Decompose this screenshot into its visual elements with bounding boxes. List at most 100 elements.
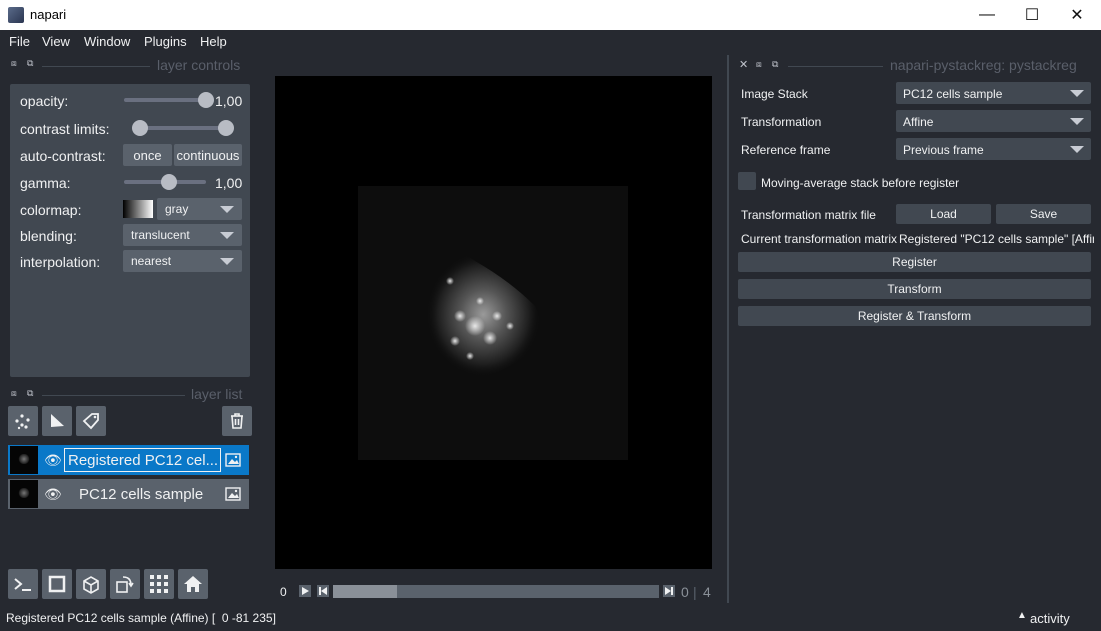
layer-row-registered[interactable]: 👁 Registered PC12 cel... <box>8 445 249 475</box>
current-frame[interactable]: 0 <box>681 584 689 600</box>
terminal-icon <box>14 578 31 591</box>
reset-view-button[interactable] <box>178 569 208 599</box>
undock-icon[interactable]: ⧉ <box>27 388 33 399</box>
new-points-layer-button[interactable] <box>8 406 38 436</box>
new-shapes-layer-button[interactable] <box>42 406 72 436</box>
cell-image <box>426 252 541 377</box>
gamma-value[interactable]: 1,00 <box>215 175 242 191</box>
status-text: Registered PC12 cells sample (Affine) [ … <box>6 611 276 625</box>
moving-average-checkbox[interactable] <box>738 172 756 190</box>
step-back-icon[interactable] <box>317 585 329 597</box>
interpolation-value: nearest <box>131 254 172 268</box>
axis-label: 0 <box>280 585 287 599</box>
opacity-slider[interactable] <box>124 98 206 102</box>
layer-controls-panel: opacity: 1,00 contrast limits: auto-cont… <box>10 84 250 377</box>
transformation-label: Transformation <box>741 115 822 129</box>
console-button[interactable] <box>8 569 38 599</box>
activity-button[interactable]: activity <box>1030 611 1070 626</box>
blending-dropdown[interactable]: translucent <box>123 224 242 246</box>
load-button[interactable]: Load <box>896 204 991 224</box>
dims-slider-bar: 0 0 | 4 <box>275 580 712 602</box>
opacity-label: opacity: <box>20 93 69 109</box>
chevron-down-icon <box>220 232 234 239</box>
chevron-down-icon <box>220 206 234 213</box>
toggle-ndisplay-button[interactable] <box>42 569 72 599</box>
layer-thumbnail <box>10 480 38 508</box>
blending-label: blending: <box>20 228 77 244</box>
image-layer-icon <box>225 453 241 467</box>
save-button[interactable]: Save <box>996 204 1091 224</box>
viewer-canvas[interactable] <box>275 76 712 569</box>
image-stack-value: PC12 cells sample <box>903 87 1003 101</box>
contrast-max-handle[interactable] <box>218 120 234 136</box>
opacity-slider-handle[interactable] <box>198 92 214 108</box>
interpolation-dropdown[interactable]: nearest <box>123 250 242 272</box>
gamma-label: gamma: <box>20 175 71 191</box>
image-stack-label: Image Stack <box>741 87 808 101</box>
layer-name[interactable]: Registered PC12 cel... <box>68 452 220 469</box>
menu-help[interactable]: Help <box>200 34 227 49</box>
image-layer-icon <box>225 487 241 501</box>
delete-layer-button[interactable] <box>222 406 252 436</box>
eye-icon[interactable]: 👁 <box>44 452 62 469</box>
layer-controls-title: layer controls <box>157 57 241 73</box>
matrix-file-label: Transformation matrix file <box>741 208 876 222</box>
play-icon[interactable] <box>299 585 311 597</box>
shapes-icon <box>51 414 64 427</box>
status-bar: Registered PC12 cells sample (Affine) [ … <box>0 607 1101 631</box>
once-button[interactable]: once <box>123 144 172 166</box>
float-dock-icon[interactable]: ⧈ <box>11 58 17 69</box>
opacity-value[interactable]: 1,00 <box>215 93 242 109</box>
chevron-down-icon <box>220 258 234 265</box>
grid-icon <box>150 575 168 593</box>
points-icon <box>15 414 30 430</box>
undock-icon[interactable]: ⧉ <box>27 58 33 69</box>
label-tag-icon <box>82 413 99 430</box>
layer-row-pc12[interactable]: 👁 PC12 cells sample <box>8 479 249 509</box>
reference-frame-value: Previous frame <box>903 143 984 157</box>
chevron-down-icon <box>1070 90 1084 97</box>
maximize-button[interactable]: ☐ <box>1009 0 1055 30</box>
contrast-limits-label: contrast limits: <box>20 121 110 137</box>
register-button[interactable]: Register <box>738 252 1091 272</box>
float-dock-icon[interactable]: ⧈ <box>11 388 17 399</box>
napari-app-icon <box>8 7 24 23</box>
current-matrix-label: Current transformation matrix <box>741 232 898 246</box>
step-forward-icon[interactable] <box>663 585 675 597</box>
menu-plugins[interactable]: Plugins <box>144 34 187 49</box>
transpose-button[interactable] <box>110 569 140 599</box>
gamma-slider-handle[interactable] <box>161 174 177 190</box>
colormap-dropdown[interactable]: gray <box>157 198 242 220</box>
reference-frame-dropdown[interactable]: Previous frame <box>896 138 1091 160</box>
layer-name[interactable]: PC12 cells sample <box>79 486 219 503</box>
chevron-down-icon <box>1070 146 1084 153</box>
auto-contrast-label: auto-contrast: <box>20 148 106 164</box>
grid-view-button[interactable] <box>144 569 174 599</box>
minimize-button[interactable]: — <box>964 0 1010 30</box>
menu-window[interactable]: Window <box>84 34 130 49</box>
continuous-button[interactable]: continuous <box>174 144 242 166</box>
image-stack-dropdown[interactable]: PC12 cells sample <box>896 82 1091 104</box>
transform-button[interactable]: Transform <box>738 279 1091 299</box>
caret-up-icon[interactable]: ▲ <box>1017 610 1027 621</box>
undock-icon[interactable]: ⧉ <box>772 59 778 70</box>
colormap-preview <box>123 200 153 218</box>
dock-divider <box>42 395 185 396</box>
transformation-dropdown[interactable]: Affine <box>896 110 1091 132</box>
menu-file[interactable]: File <box>9 34 30 49</box>
eye-icon[interactable]: 👁 <box>44 486 62 503</box>
colormap-label: colormap: <box>20 202 82 218</box>
dock-separator[interactable] <box>727 55 729 603</box>
roll-dims-button[interactable] <box>76 569 106 599</box>
window-title: napari <box>30 7 67 22</box>
contrast-min-handle[interactable] <box>132 120 148 136</box>
close-button[interactable]: ✕ <box>1054 0 1100 30</box>
new-labels-layer-button[interactable] <box>76 406 106 436</box>
frame-slider-handle[interactable] <box>333 585 397 598</box>
float-dock-icon[interactable]: ⧈ <box>756 59 762 70</box>
menu-view[interactable]: View <box>42 34 70 49</box>
transformation-value: Affine <box>903 115 934 129</box>
trash-icon <box>231 413 243 429</box>
close-dock-icon[interactable]: ✕ <box>739 58 748 71</box>
register-transform-button[interactable]: Register & Transform <box>738 306 1091 326</box>
